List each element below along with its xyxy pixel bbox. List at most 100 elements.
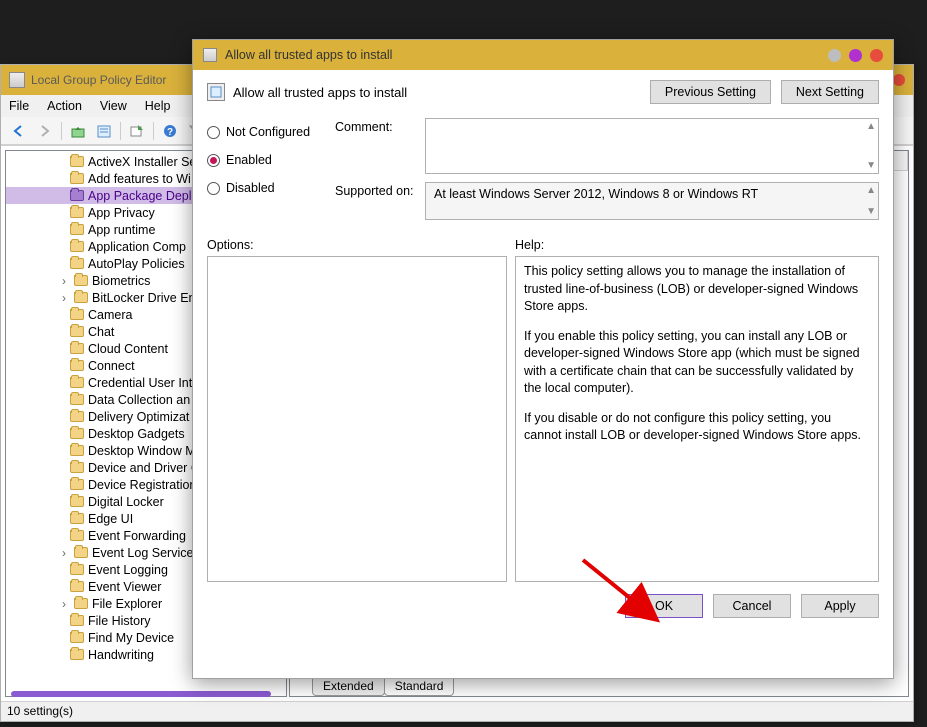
tree-item-label: ActiveX Installer Se (88, 155, 196, 169)
folder-icon (70, 326, 84, 337)
folder-icon (70, 173, 84, 184)
radio-not-configured[interactable] (207, 126, 220, 139)
comment-textbox[interactable]: ▲ ▼ (425, 118, 879, 174)
tree-item-label: Application Comp (88, 240, 186, 254)
dialog-heading: Allow all trusted apps to install (233, 85, 407, 100)
tree-item-label: Device and Driver C (88, 461, 200, 475)
scroll-down-icon[interactable]: ▼ (866, 206, 876, 217)
close-dot[interactable] (893, 74, 905, 86)
menu-action[interactable]: Action (47, 99, 82, 113)
tree-item-label: File Explorer (92, 597, 162, 611)
properties-icon[interactable] (92, 120, 116, 142)
tree-item-label: Camera (88, 308, 132, 322)
help-pane: This policy setting allows you to manage… (515, 256, 879, 582)
tree-item-label: Add features to Wi (88, 172, 191, 186)
tree-horizontal-scrollbar[interactable] (11, 691, 271, 697)
folder-icon (70, 241, 84, 252)
comment-label: Comment: (335, 118, 415, 134)
back-icon[interactable] (7, 120, 31, 142)
ok-button[interactable]: OK (625, 594, 703, 618)
expand-icon[interactable]: › (58, 292, 70, 304)
tree-item-label: Credential User Int (88, 376, 192, 390)
folder-icon (70, 309, 84, 320)
scroll-down-icon[interactable]: ▼ (866, 160, 876, 171)
tree-item-label: Event Viewer (88, 580, 161, 594)
tree-item-label: App Package Depl (88, 189, 192, 203)
tree-item-label: Edge UI (88, 512, 133, 526)
folder-icon (70, 632, 84, 643)
folder-icon (70, 343, 84, 354)
menu-view[interactable]: View (100, 99, 127, 113)
folder-icon (74, 598, 88, 609)
folder-icon (70, 445, 84, 456)
folder-icon (70, 496, 84, 507)
options-pane (207, 256, 507, 582)
folder-icon (70, 462, 84, 473)
forward-icon (33, 120, 57, 142)
cancel-button[interactable]: Cancel (713, 594, 791, 618)
tree-item-label: File History (88, 614, 151, 628)
help-paragraph: If you disable or do not configure this … (524, 410, 870, 445)
tree-item-label: BitLocker Drive Enc (92, 291, 202, 305)
export-icon[interactable] (125, 120, 149, 142)
apply-button[interactable]: Apply (801, 594, 879, 618)
help-paragraph: If you enable this policy setting, you c… (524, 328, 870, 398)
folder-icon (70, 513, 84, 524)
radio-label-enabled: Enabled (226, 153, 272, 167)
dialog-titlebar[interactable]: Allow all trusted apps to install (193, 40, 893, 70)
help-icon[interactable]: ? (158, 120, 182, 142)
tab-extended[interactable]: Extended (312, 678, 385, 696)
state-radio-group: Not Configured Enabled Disabled (207, 118, 325, 220)
radio-label-not-configured: Not Configured (226, 125, 310, 139)
status-bar: 10 setting(s) (1, 701, 913, 721)
dialog-minimize-dot[interactable] (828, 49, 841, 62)
tree-item-label: App Privacy (88, 206, 155, 220)
tree-item-label: Chat (88, 325, 114, 339)
expand-icon[interactable]: › (58, 275, 70, 287)
supported-label: Supported on: (335, 182, 415, 198)
tree-item-label: Desktop Gadgets (88, 427, 185, 441)
folder-icon (74, 275, 88, 286)
options-label: Options: (207, 238, 515, 252)
tree-item-label: App runtime (88, 223, 155, 237)
folder-icon (70, 428, 84, 439)
tree-item-label: Handwriting (88, 648, 154, 662)
folder-icon (70, 411, 84, 422)
folder-icon (70, 190, 84, 201)
tree-item-label: Find My Device (88, 631, 174, 645)
tree-item-label: Event Logging (88, 563, 168, 577)
expand-icon[interactable]: › (58, 547, 70, 559)
details-tabs: Extended Standard (312, 678, 453, 696)
dialog-maximize-dot[interactable] (849, 49, 862, 62)
folder-icon (70, 581, 84, 592)
folder-icon (70, 394, 84, 405)
previous-setting-button[interactable]: Previous Setting (650, 80, 771, 104)
setting-icon (207, 83, 225, 101)
folder-icon (70, 156, 84, 167)
scroll-up-icon[interactable]: ▲ (866, 185, 876, 196)
dialog-close-dot[interactable] (870, 49, 883, 62)
expand-icon[interactable]: › (58, 598, 70, 610)
folder-icon (70, 479, 84, 490)
folder-icon (74, 292, 88, 303)
tree-item-label: Desktop Window M (88, 444, 196, 458)
folder-icon (70, 360, 84, 371)
svg-text:?: ? (167, 127, 173, 138)
folder-icon (70, 615, 84, 626)
menu-help[interactable]: Help (145, 99, 171, 113)
folder-icon (70, 377, 84, 388)
app-icon (9, 72, 25, 88)
radio-disabled[interactable] (207, 182, 220, 195)
tree-item-label: Data Collection an (88, 393, 190, 407)
scroll-up-icon[interactable]: ▲ (866, 121, 876, 132)
radio-label-disabled: Disabled (226, 181, 275, 195)
folder-icon (70, 530, 84, 541)
folder-icon (70, 207, 84, 218)
supported-text: At least Windows Server 2012, Windows 8 … (426, 183, 878, 205)
radio-enabled[interactable] (207, 154, 220, 167)
next-setting-button[interactable]: Next Setting (781, 80, 879, 104)
folder-icon (74, 547, 88, 558)
up-folder-icon[interactable] (66, 120, 90, 142)
tab-standard[interactable]: Standard (384, 678, 455, 696)
menu-file[interactable]: File (9, 99, 29, 113)
